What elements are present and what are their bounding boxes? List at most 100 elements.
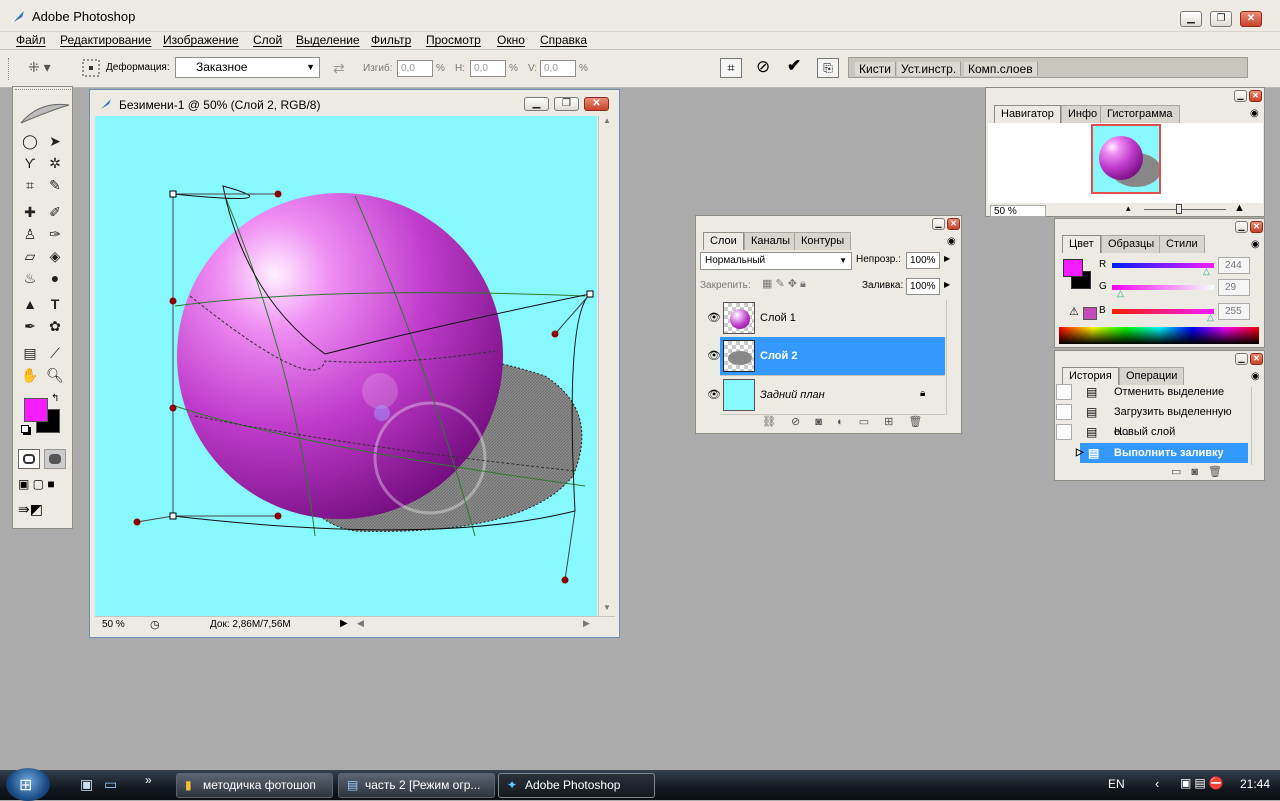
gamut-warning-icon[interactable]: ⚠ (1069, 305, 1079, 318)
layers-close-button[interactable]: ✕ (947, 218, 960, 230)
document-close-button[interactable]: ✕ (584, 97, 609, 111)
green-slider-track[interactable] (1112, 285, 1214, 290)
quick-mask-button[interactable] (44, 449, 66, 469)
taskbar-item[interactable]: ▤ часть 2 [Режим огр... (338, 773, 495, 798)
brush-tool-icon[interactable]: ✐ (44, 202, 66, 222)
menu-file[interactable]: Файл (16, 33, 46, 47)
palette-well-brushes[interactable]: Кисти (855, 62, 896, 76)
standard-mode-button[interactable] (18, 449, 40, 469)
history-source-checkbox[interactable] (1056, 404, 1072, 420)
history-source-checkbox[interactable] (1056, 424, 1072, 440)
magic-wand-icon[interactable]: ✲ (44, 153, 66, 173)
warp-style-select[interactable]: Заказное ▼ (175, 57, 320, 78)
history-minimize-button[interactable]: ▁ (1235, 353, 1248, 365)
scroll-down-icon[interactable]: ▼ (603, 603, 611, 612)
history-scrollbar[interactable] (1251, 387, 1264, 465)
history-item[interactable]: ▷ ▤ Выполнить заливку (1076, 443, 1248, 463)
bend-field[interactable]: 0,0 (397, 60, 433, 77)
blue-value-field[interactable]: 255 (1218, 303, 1250, 320)
navigator-zoom-thumb[interactable] (1176, 204, 1182, 214)
history-close-button[interactable]: ✕ (1250, 353, 1263, 365)
minimize-button[interactable]: ▁ (1180, 11, 1202, 27)
blur-tool-icon[interactable]: ♨ (19, 268, 41, 288)
tab-channels[interactable]: Каналы (744, 232, 798, 250)
navigator-view-box[interactable] (1091, 124, 1161, 194)
navigator-zoom-field[interactable]: 50 % (990, 205, 1046, 217)
marquee-tool-icon[interactable]: ◯ (19, 131, 41, 151)
history-state-slider-icon[interactable]: ▷ (1076, 443, 1084, 463)
opacity-field[interactable]: 100% (906, 252, 940, 269)
canvas-vertical-scrollbar[interactable]: ▲ ▼ (598, 116, 614, 616)
layers-minimize-button[interactable]: ▁ (932, 218, 945, 230)
h-distortion-field[interactable]: 0,0 (470, 60, 506, 77)
menu-filter[interactable]: Фильтр (371, 33, 411, 47)
status-arrow-icon[interactable]: ▶ (340, 618, 348, 629)
tool-preset-icon[interactable]: ⁜ ▾ (28, 59, 68, 77)
taskbar-item[interactable]: ✦ Adobe Photoshop (498, 773, 655, 798)
color-panel-foreground-swatch[interactable] (1063, 259, 1083, 277)
close-button[interactable]: ✕ (1240, 11, 1262, 27)
navigator-menu-icon[interactable]: ◉ (1250, 108, 1259, 119)
zoom-in-icon[interactable]: ▲ (1234, 202, 1245, 214)
blue-slider-thumb-icon[interactable]: △ (1207, 312, 1214, 323)
zoom-tool-icon[interactable]: 🔍︎ (44, 365, 66, 385)
notes-tool-icon[interactable]: ▤ (19, 343, 41, 363)
color-spectrum-bar[interactable] (1059, 327, 1259, 344)
opacity-arrow-icon[interactable]: ▶ (944, 254, 950, 263)
palette-well-tool-presets[interactable]: Уст.инстр. (897, 62, 962, 76)
swap-colors-icon[interactable]: ↰ (51, 393, 59, 404)
healing-brush-icon[interactable]: ✚ (19, 202, 41, 222)
jump-to-imageready-icon[interactable]: ⇛◩ (18, 501, 70, 521)
green-slider-thumb-icon[interactable]: △ (1117, 288, 1124, 299)
paint-bucket-icon[interactable]: ◈ (44, 246, 66, 266)
tab-swatches[interactable]: Образцы (1101, 235, 1162, 253)
commit-transform-icon[interactable]: ✔ (787, 56, 801, 76)
type-tool-icon[interactable]: T (44, 294, 66, 314)
hand-tool-icon[interactable]: ✋ (19, 365, 41, 385)
quicklaunch-icon[interactable]: ▣ (80, 776, 93, 793)
tab-info[interactable]: Инфо (1061, 105, 1105, 123)
red-slider-thumb-icon[interactable]: △ (1203, 266, 1210, 277)
layer-row[interactable]: 👁︎ Задний план 🔒︎ (707, 376, 945, 415)
crop-tool-icon[interactable]: ⌗ (19, 175, 41, 195)
layers-footer-buttons[interactable]: ⛓ ⊘ ◙ ◐ ▭ ⊞ 🗑︎ (698, 415, 960, 433)
blue-slider-track[interactable] (1112, 309, 1214, 314)
cancel-transform-icon[interactable]: ⊘ (756, 57, 770, 77)
history-source-checkbox[interactable] (1056, 384, 1072, 400)
history-brush-icon[interactable]: ✑ (44, 224, 66, 244)
color-menu-icon[interactable]: ◉ (1251, 239, 1260, 250)
history-footer-buttons[interactable]: ▭◙🗑︎ (1171, 465, 1232, 478)
tab-color[interactable]: Цвет (1062, 235, 1101, 253)
color-minimize-button[interactable]: ▁ (1235, 221, 1248, 233)
navigator-minimize-button[interactable]: ▁ (1234, 90, 1247, 102)
menu-edit[interactable]: Редактирование (60, 33, 151, 47)
visibility-eye-icon[interactable]: 👁︎ (707, 349, 721, 362)
adobe-feather-icon[interactable] (19, 99, 71, 125)
menu-layer[interactable]: Слой (253, 33, 282, 47)
menu-help[interactable]: Справка (540, 33, 587, 47)
document-minimize-button[interactable]: ▁ (524, 97, 549, 111)
taskbar-item[interactable]: ▮ методичка фотошоп (176, 773, 333, 798)
green-value-field[interactable]: 29 (1218, 279, 1250, 296)
navigator-close-button[interactable]: ✕ (1249, 90, 1262, 102)
quicklaunch-overflow-icon[interactable]: » (145, 773, 152, 787)
warp-orientation-icon[interactable]: ⇄ (333, 60, 345, 77)
tab-paths[interactable]: Контуры (794, 232, 852, 250)
layers-menu-icon[interactable]: ◉ (947, 236, 956, 247)
palette-well-layer-comps[interactable]: Комп.слоев (964, 62, 1038, 76)
tab-histogram[interactable]: Гистограмма (1100, 105, 1180, 123)
dodge-tool-icon[interactable]: ● (44, 268, 66, 288)
visibility-eye-icon[interactable]: 👁︎ (707, 311, 721, 324)
clock[interactable]: 21:44 (1240, 777, 1270, 791)
menu-view[interactable]: Просмотр (426, 33, 481, 47)
red-slider-track[interactable] (1112, 263, 1214, 268)
red-value-field[interactable]: 244 (1218, 257, 1250, 274)
tab-navigator[interactable]: Навигатор (994, 105, 1061, 123)
file-browser-icon[interactable]: ⎘ (817, 58, 839, 78)
history-item[interactable]: ▤ Загрузить выделенную о... (1056, 402, 1248, 438)
navigator-zoom-slider[interactable] (1144, 209, 1226, 210)
eyedropper-icon[interactable]: ⟋ (44, 343, 66, 363)
pen-tool-icon[interactable]: ✒ (19, 316, 41, 336)
menu-image[interactable]: Изображение (163, 33, 239, 47)
eraser-tool-icon[interactable]: ▱ (19, 246, 41, 266)
